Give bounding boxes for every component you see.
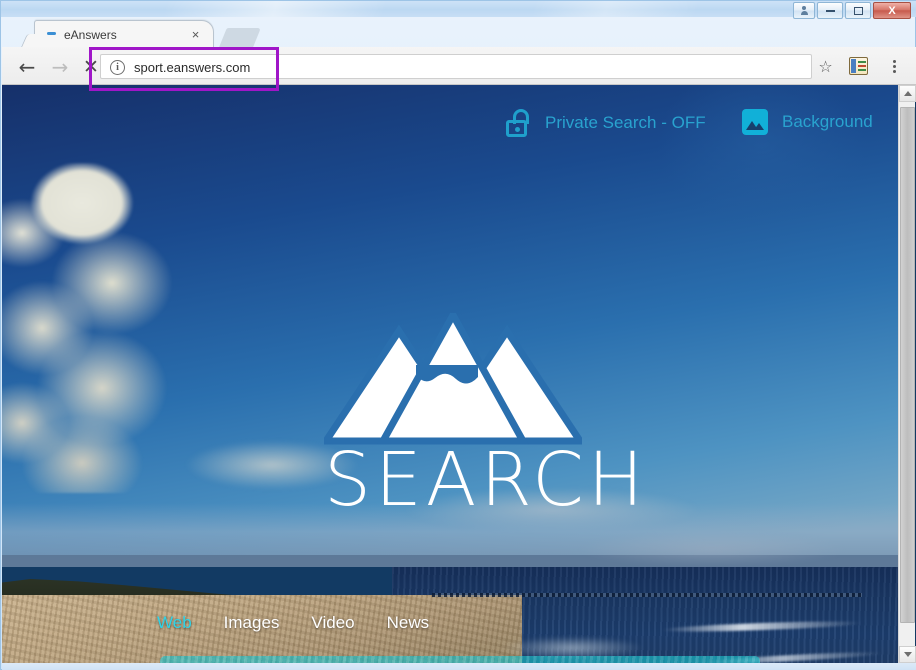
page-favicon-icon: [47, 30, 56, 37]
close-icon: X: [888, 4, 896, 17]
private-search-label: Private Search - OFF: [545, 113, 706, 132]
maximize-button[interactable]: [845, 2, 871, 19]
three-mountains-icon: [324, 313, 582, 445]
window-controls: X: [793, 2, 911, 19]
user-account-button[interactable]: [793, 2, 815, 19]
browser-toolbar: ← → ✕ i sport.eanswers.com ☆: [2, 47, 916, 85]
logo-wordmark: SEARCH: [324, 437, 648, 523]
tab-video[interactable]: Video: [311, 613, 354, 633]
groyne-line: [432, 593, 862, 597]
search-logo: SEARCH: [324, 313, 648, 533]
browser-tab[interactable]: eAnswers ×: [34, 20, 214, 47]
chevron-down-icon: [903, 652, 912, 657]
close-button[interactable]: X: [873, 2, 911, 19]
forward-button[interactable]: →: [49, 56, 71, 78]
browser-window: X eAnswers × ← → ✕ i sport.eanswers.com …: [0, 0, 916, 670]
bookmark-star-icon[interactable]: ☆: [816, 57, 835, 76]
unlocked-padlock-icon: [506, 109, 531, 137]
user-icon: [800, 6, 808, 15]
tab-images[interactable]: Images: [224, 613, 280, 633]
scroll-up-button[interactable]: [899, 85, 916, 102]
image-icon: [742, 109, 768, 135]
forward-arrow-icon: →: [51, 55, 69, 79]
address-bar-url: sport.eanswers.com: [134, 60, 251, 75]
eanswers-start-page: Private Search - OFF Background SEARCH W…: [2, 85, 899, 663]
tab-title: eAnswers: [64, 28, 117, 42]
minimize-icon: [825, 9, 835, 12]
page-header: Private Search - OFF Background: [2, 85, 899, 155]
site-info-icon[interactable]: i: [110, 60, 125, 75]
window-bottom-edge: [2, 663, 916, 670]
minimize-button[interactable]: [817, 2, 843, 19]
background-label: Background: [782, 112, 873, 131]
back-arrow-icon: ←: [18, 55, 36, 79]
tab-close-icon[interactable]: ×: [188, 27, 203, 42]
tab-news[interactable]: News: [387, 613, 430, 633]
maximize-icon: [853, 6, 863, 15]
page-viewport: Private Search - OFF Background SEARCH W…: [2, 85, 916, 663]
stop-button[interactable]: ✕: [80, 56, 102, 78]
scrollbar-thumb[interactable]: [900, 107, 915, 623]
extension-icon[interactable]: [849, 57, 868, 75]
new-tab-button[interactable]: [219, 28, 261, 47]
scroll-down-button[interactable]: [899, 646, 916, 663]
search-box[interactable]: [160, 656, 760, 663]
private-search-toggle[interactable]: Private Search - OFF: [506, 109, 706, 137]
back-button[interactable]: ←: [16, 56, 38, 78]
stop-icon: ✕: [83, 56, 99, 78]
tab-strip: eAnswers ×: [1, 17, 916, 47]
chrome-menu-icon[interactable]: [886, 56, 903, 77]
vertical-scrollbar[interactable]: [898, 85, 916, 663]
background-chooser-button[interactable]: Background: [742, 109, 873, 135]
chevron-up-icon: [903, 91, 912, 96]
search-vertical-tabs: Web Images Video News: [157, 613, 429, 633]
address-bar[interactable]: i sport.eanswers.com: [100, 54, 812, 79]
tab-web[interactable]: Web: [157, 613, 192, 633]
window-title-bar: [1, 1, 916, 17]
